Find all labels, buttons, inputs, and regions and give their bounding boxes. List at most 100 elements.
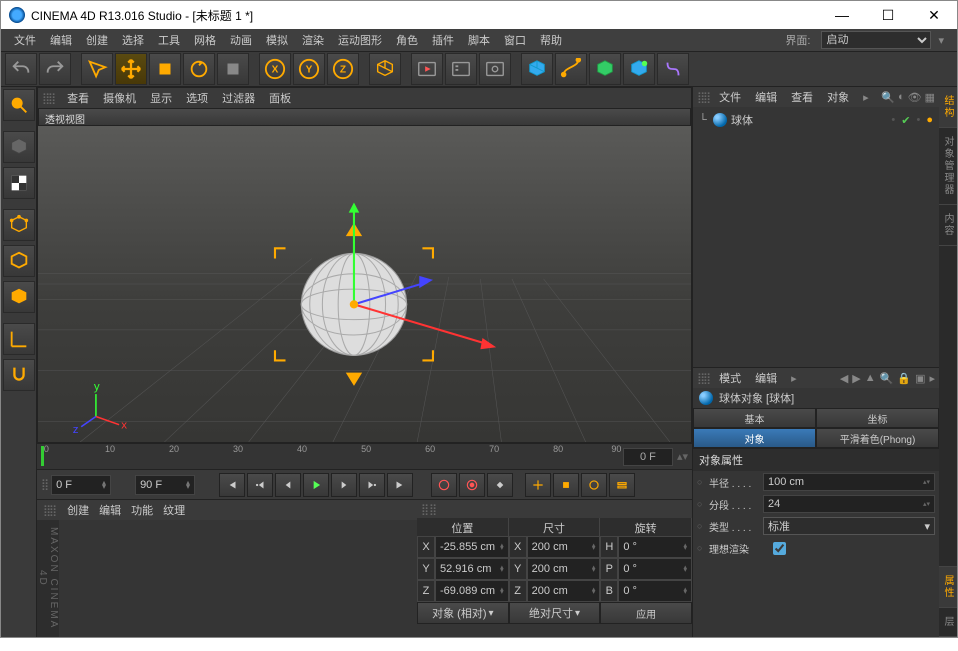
layout-dropdown-icon[interactable]: ▾ [931, 32, 951, 49]
anim-dot-icon[interactable]: ○ [697, 499, 705, 509]
prev-key-button[interactable] [247, 473, 273, 497]
anim-dot-icon[interactable]: ○ [697, 543, 705, 553]
menu-help[interactable]: 帮助 [533, 30, 569, 50]
size-y-field[interactable]: 200 cm▴▾ [527, 558, 601, 580]
anim-dot-icon[interactable]: ○ [697, 477, 705, 487]
segments-field[interactable]: 24▴▾ [763, 495, 935, 513]
key-param-button[interactable] [609, 473, 635, 497]
rot-h-field[interactable]: 0 °▴▾ [618, 536, 692, 558]
snap-button[interactable] [3, 359, 35, 391]
grip-icon[interactable]: ⣿⣿ [43, 504, 55, 517]
filter-icon[interactable]: ◐ [898, 91, 905, 104]
last-tool[interactable] [217, 53, 249, 85]
timeline-ruler[interactable]: 0 10 20 30 40 50 60 70 80 90 0 F ▴▾ [37, 443, 692, 469]
keyframe-sel-button[interactable] [487, 473, 513, 497]
prev-frame-button[interactable] [275, 473, 301, 497]
menu-character[interactable]: 角色 [389, 30, 425, 50]
interface-select[interactable]: 启动 [821, 31, 931, 49]
play-button[interactable] [303, 473, 329, 497]
key-pos-button[interactable] [525, 473, 551, 497]
undo-button[interactable] [5, 53, 37, 85]
radius-field[interactable]: 100 cm▴▾ [763, 473, 935, 491]
deformer-button[interactable] [657, 53, 689, 85]
vmenu-options[interactable]: 选项 [179, 88, 215, 108]
vmenu-filter[interactable]: 过滤器 [215, 88, 262, 108]
viewport-3d[interactable]: y x z [38, 126, 691, 442]
om-menu-edit[interactable]: 编辑 [751, 89, 781, 105]
goto-end-button[interactable] [387, 473, 413, 497]
sidetab-objmgr[interactable]: 对象管理器 [939, 128, 957, 205]
axis-button[interactable] [3, 323, 35, 355]
material-content[interactable] [59, 520, 417, 637]
goto-start-button[interactable] [219, 473, 245, 497]
model-mode-button[interactable] [3, 131, 35, 163]
menu-plugins[interactable]: 插件 [425, 30, 461, 50]
size-z-field[interactable]: 200 cm▴▾ [527, 580, 601, 602]
menu-create[interactable]: 创建 [79, 30, 115, 50]
pos-z-field[interactable]: -69.089 cm▴▾ [435, 580, 509, 602]
apply-button[interactable]: 应用 [600, 602, 692, 624]
coord-mode-button[interactable]: 对象 (相对) ▾ [417, 602, 509, 624]
ruler-track[interactable]: 0 10 20 30 40 50 60 70 80 90 [41, 444, 623, 469]
am-menu-edit[interactable]: 编辑 [751, 370, 781, 386]
select-tool[interactable] [81, 53, 113, 85]
search-icon[interactable]: 🔍 [880, 372, 894, 385]
menu-file[interactable]: 文件 [7, 30, 43, 50]
om-menu-file[interactable]: 文件 [715, 89, 745, 105]
mat-menu-create[interactable]: 创建 [67, 502, 89, 518]
mat-menu-texture[interactable]: 纹理 [163, 502, 185, 518]
chevron-right-icon[interactable]: ▸ [859, 91, 873, 104]
close-button[interactable]: ✕ [911, 1, 957, 29]
tab-object[interactable]: 对象 [693, 428, 816, 448]
new-window-icon[interactable]: ▣ [915, 372, 925, 385]
vmenu-panel[interactable]: 面板 [262, 88, 298, 108]
am-menu-mode[interactable]: 模式 [715, 370, 745, 386]
menu-select[interactable]: 选择 [115, 30, 151, 50]
coord-system-button[interactable] [369, 53, 401, 85]
key-scale-button[interactable] [553, 473, 579, 497]
expand-icon[interactable]: └ [699, 114, 709, 126]
visibility-editor-icon[interactable]: ✔ [901, 114, 910, 127]
axis-x-button[interactable]: X [259, 53, 291, 85]
point-mode-button[interactable] [3, 209, 35, 241]
layer-dot-icon[interactable]: • [891, 114, 895, 127]
lock-icon[interactable]: 🔒 [897, 372, 911, 385]
size-mode-button[interactable]: 绝对尺寸 ▾ [509, 602, 601, 624]
menu-mograph[interactable]: 运动图形 [331, 30, 389, 50]
key-rot-button[interactable] [581, 473, 607, 497]
chevron-right-icon[interactable]: ▸ [787, 372, 801, 385]
vmenu-view[interactable]: 查看 [60, 88, 96, 108]
spline-button[interactable] [555, 53, 587, 85]
ideal-render-checkbox[interactable] [773, 542, 786, 555]
menu-edit[interactable]: 编辑 [43, 30, 79, 50]
rot-p-field[interactable]: 0 °▴▾ [618, 558, 692, 580]
object-list-item[interactable]: └ 球体 • ✔ • ● [697, 111, 935, 129]
rotate-tool[interactable] [183, 53, 215, 85]
record-button[interactable] [431, 473, 457, 497]
minimize-button[interactable]: — [819, 1, 865, 29]
move-tool[interactable] [115, 53, 147, 85]
object-tree[interactable]: └ 球体 • ✔ • ● [693, 107, 939, 367]
scale-tool[interactable] [149, 53, 181, 85]
rot-b-field[interactable]: 0 °▴▾ [618, 580, 692, 602]
object-name[interactable]: 球体 [731, 112, 753, 128]
edge-mode-button[interactable] [3, 245, 35, 277]
polygon-mode-button[interactable] [3, 281, 35, 313]
menu-script[interactable]: 脚本 [461, 30, 497, 50]
menu-mesh[interactable]: 网格 [187, 30, 223, 50]
tab-phong[interactable]: 平滑着色(Phong) [816, 428, 939, 448]
menu-window[interactable]: 窗口 [497, 30, 533, 50]
sidetab-structure[interactable]: 结构 [939, 87, 957, 128]
autokey-button[interactable] [459, 473, 485, 497]
redo-button[interactable] [39, 53, 71, 85]
sidetab-layers[interactable]: 层 [939, 608, 957, 637]
search-icon[interactable]: 🔍 [881, 91, 895, 104]
texture-mode-button[interactable] [3, 167, 35, 199]
render-view-button[interactable] [411, 53, 443, 85]
range-end-field[interactable]: 90 F▴▾ [135, 475, 195, 495]
make-editable-button[interactable] [3, 89, 35, 121]
next-key-button[interactable] [359, 473, 385, 497]
range-start-field[interactable]: 0 F▴▾ [51, 475, 111, 495]
nurbs-button[interactable] [589, 53, 621, 85]
render-settings-button[interactable] [445, 53, 477, 85]
